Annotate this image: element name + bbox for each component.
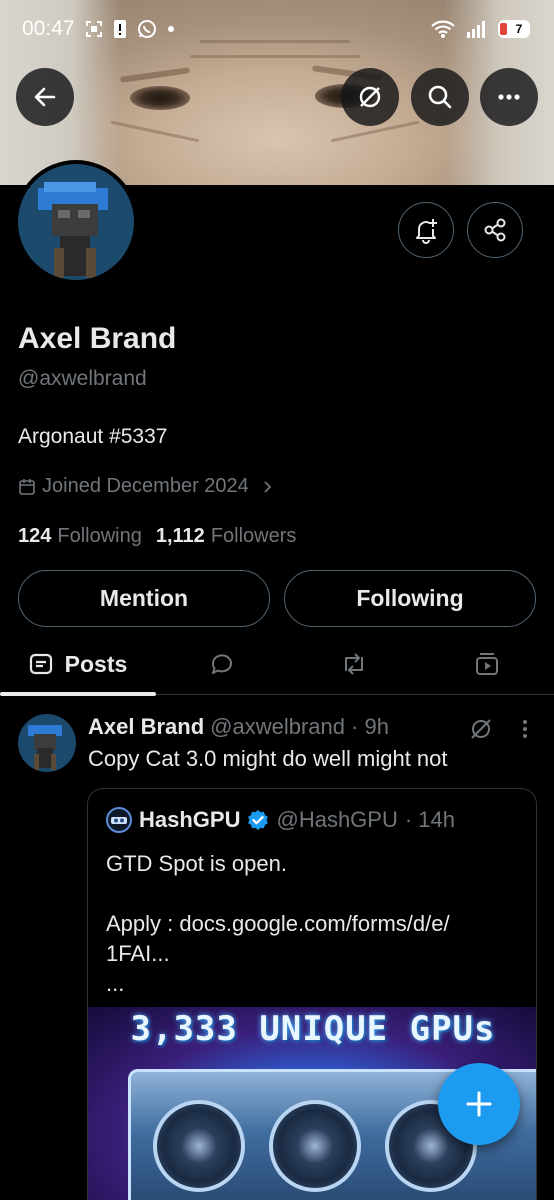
- quoted-text-line[interactable]: Apply : docs.google.com/forms/d/e/: [106, 909, 526, 939]
- posts-icon: [29, 653, 52, 675]
- followers-stat-label: Followers: [210, 525, 297, 547]
- screenshot-icon: [85, 20, 103, 38]
- follow-stats: 124 Following 1,112 Followers: [18, 525, 296, 548]
- following-stat-label: Following: [57, 525, 142, 547]
- post-header: Axel Brand @axwelbrand · 9h: [88, 714, 389, 740]
- quoted-post-time: · 14h: [404, 807, 456, 832]
- hashgpu-avatar[interactable]: [106, 807, 132, 833]
- battery-level: 7: [515, 22, 523, 36]
- back-button[interactable]: [16, 68, 74, 126]
- grok-icon: [359, 86, 381, 108]
- following-count: 124: [18, 525, 52, 547]
- banner-eye: [130, 86, 190, 110]
- post-author-name[interactable]: Axel Brand: [88, 714, 204, 740]
- post-grok-button[interactable]: [468, 716, 494, 747]
- arrow-left-icon: [34, 87, 56, 107]
- avatar-image: [18, 164, 134, 280]
- followers-stat[interactable]: 1,112 Followers: [156, 525, 297, 548]
- grok-button[interactable]: [341, 68, 399, 126]
- profile-bio: Argonaut #5337: [18, 425, 168, 448]
- chevron-right-icon: [264, 480, 272, 493]
- banner-wrinkle: [110, 120, 200, 143]
- notifications-button[interactable]: [398, 202, 454, 258]
- post-author-handle[interactable]: @axwelbrand: [210, 714, 345, 740]
- quoted-text-line: ...: [106, 971, 125, 996]
- quoted-author-handle[interactable]: @HashGPU: [276, 807, 397, 833]
- joined-date[interactable]: Joined December 2024: [18, 475, 275, 498]
- plus-icon: [466, 1091, 492, 1117]
- active-tab-indicator: [0, 692, 156, 696]
- tab-media[interactable]: [445, 635, 529, 693]
- gpu-image-title: 3,333 UNIQUE GPUs: [130, 1009, 496, 1049]
- avatar-pixel: [44, 182, 96, 192]
- bell-plus-icon: [416, 219, 437, 244]
- tab-posts-label: Posts: [64, 650, 128, 677]
- quoted-text-line: GTD Spot is open.: [106, 851, 287, 876]
- more-options-button[interactable]: [480, 68, 538, 126]
- post-time: · 9h: [351, 714, 389, 739]
- notification-dot-icon: [167, 25, 175, 33]
- verified-badge-icon: [248, 810, 269, 830]
- profile-avatar[interactable]: [14, 160, 138, 284]
- avatar-pixel: [54, 248, 64, 278]
- avatar-pixel: [34, 754, 39, 770]
- battery-icon: 7: [498, 20, 530, 38]
- quoted-post-header: HashGPU @HashGPU · 14h: [106, 807, 455, 833]
- wifi-icon: [430, 19, 456, 39]
- battery-low-fill: [500, 23, 507, 35]
- whatsapp-icon: [137, 19, 157, 39]
- gpu-logo-icon: [111, 817, 127, 824]
- quoted-text-spacer: [106, 879, 526, 909]
- gpu-fan: [153, 1100, 245, 1192]
- share-button[interactable]: [467, 202, 523, 258]
- replies-icon: [211, 654, 232, 674]
- signal-icon: [466, 19, 488, 39]
- post-author-avatar[interactable]: [18, 714, 76, 772]
- search-button[interactable]: [411, 68, 469, 126]
- mention-button[interactable]: Mention: [18, 570, 270, 627]
- media-icon: [476, 653, 498, 675]
- quoted-post-text: GTD Spot is open. Apply : docs.google.co…: [106, 849, 526, 999]
- post-text: Copy Cat 3.0 might do well might not: [88, 746, 448, 771]
- avatar-pixel: [78, 210, 90, 218]
- compose-post-button[interactable]: [438, 1063, 520, 1145]
- gpu-fan: [269, 1100, 361, 1192]
- calendar-icon: [19, 478, 35, 495]
- avatar-pixel: [51, 754, 56, 770]
- reposts-icon: [345, 653, 363, 675]
- profile-name: Axel Brand: [18, 322, 177, 355]
- banner-brow: [119, 67, 191, 83]
- status-time: 00:47: [22, 17, 75, 40]
- joined-label: Joined December 2024: [42, 475, 249, 497]
- avatar-pixel: [86, 248, 96, 278]
- status-bar: 00:47 7: [0, 0, 554, 58]
- following-button[interactable]: Following: [284, 570, 536, 627]
- following-stat[interactable]: 124 Following: [18, 525, 142, 548]
- tab-replies[interactable]: [180, 635, 264, 693]
- avatar-pixel: [52, 204, 98, 236]
- tab-reposts[interactable]: [312, 635, 396, 693]
- more-vertical-icon: [523, 720, 527, 738]
- grok-icon: [471, 719, 491, 739]
- tab-posts[interactable]: Posts: [0, 635, 156, 693]
- search-icon: [428, 85, 452, 109]
- quoted-author-name[interactable]: HashGPU: [139, 807, 240, 833]
- more-horizontal-icon: [498, 94, 520, 100]
- profile-handle: @axwelbrand: [18, 367, 147, 390]
- share-icon: [484, 218, 506, 242]
- post-more-button[interactable]: [515, 716, 535, 747]
- followers-count: 1,112: [155, 525, 205, 547]
- profile-tabs: Posts: [0, 635, 554, 695]
- quoted-text-line[interactable]: 1FAI...: [106, 939, 526, 969]
- avatar-pixel: [58, 210, 70, 218]
- sim-alert-icon: [113, 19, 127, 39]
